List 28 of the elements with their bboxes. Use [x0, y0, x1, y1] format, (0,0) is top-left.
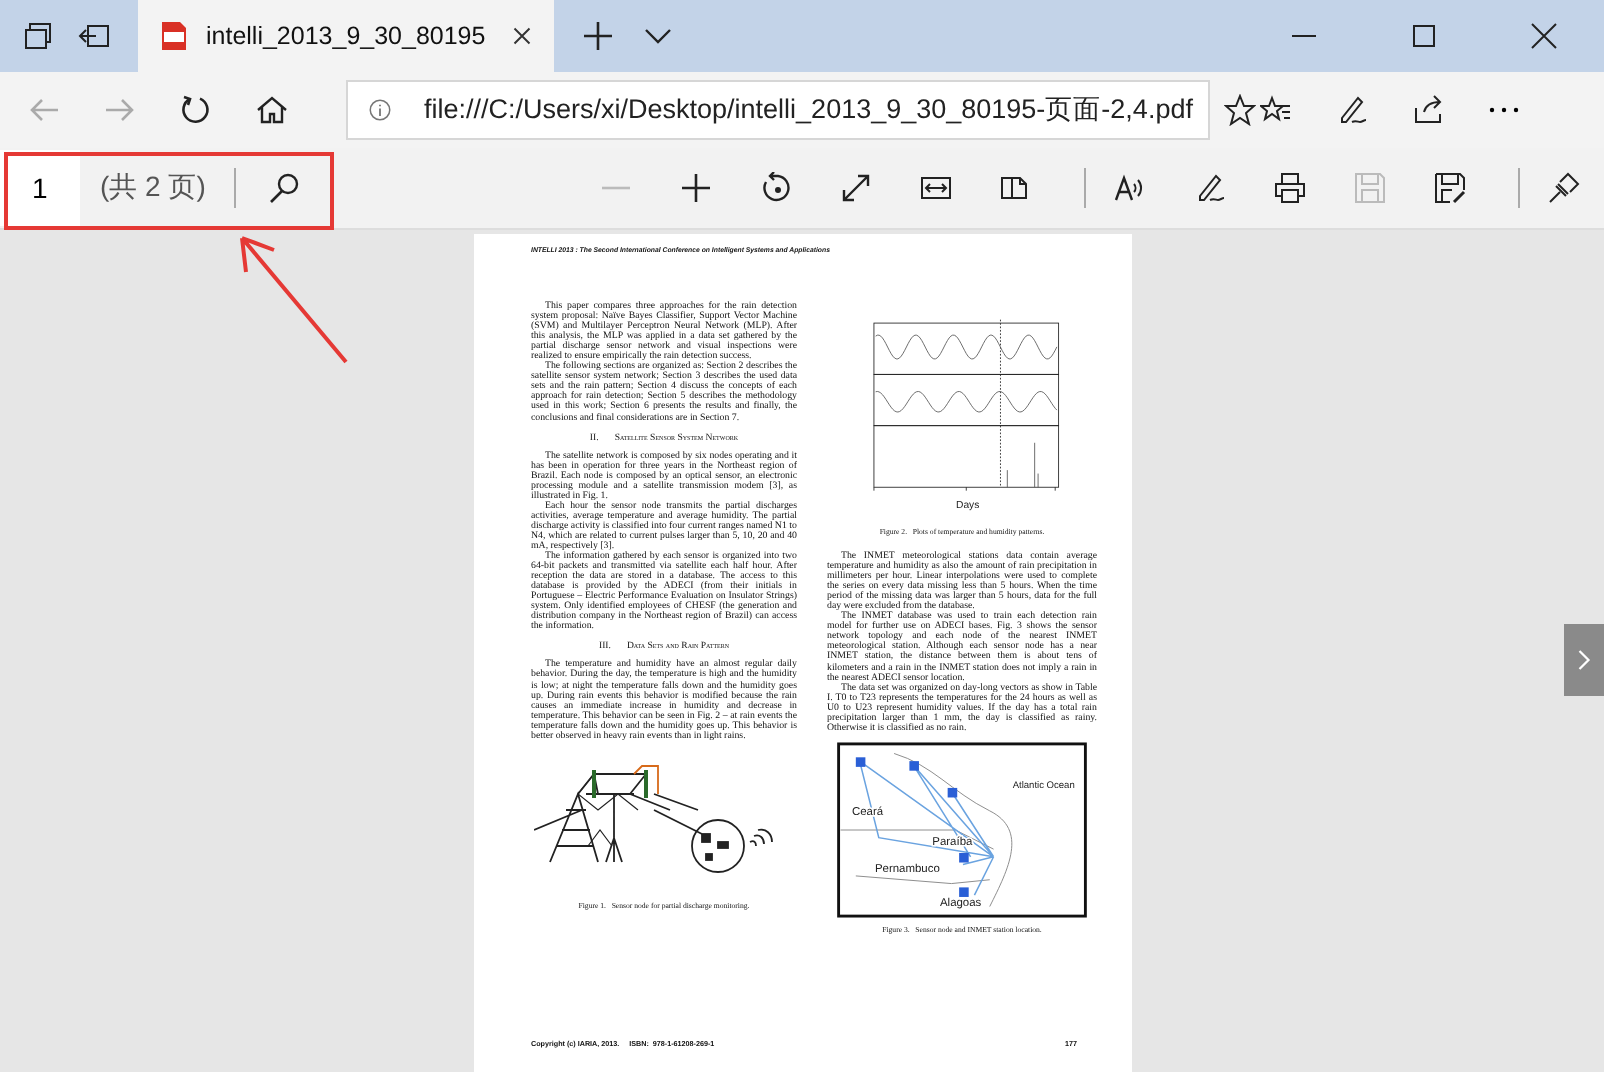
pen-icon[interactable]: [1194, 172, 1226, 204]
close-tab-icon[interactable]: [510, 24, 534, 48]
star-icon[interactable]: [1224, 94, 1257, 126]
home-icon[interactable]: [256, 94, 288, 126]
set-aside-tabs-icon[interactable]: [78, 20, 110, 52]
favorites-icon[interactable]: [1260, 94, 1292, 126]
maximize-icon[interactable]: [1408, 20, 1440, 52]
rotate-icon[interactable]: [760, 172, 792, 204]
browser-tab[interactable]: intelli_2013_9_30_80195: [138, 0, 554, 72]
read-aloud-icon[interactable]: [1114, 172, 1146, 204]
tab-manager-icon[interactable]: [22, 20, 54, 52]
share-icon[interactable]: [1412, 94, 1444, 126]
pen-icon[interactable]: [1336, 94, 1368, 126]
pin-icon[interactable]: [1548, 172, 1580, 204]
save-as-icon[interactable]: [1434, 172, 1466, 204]
info-icon: [368, 98, 392, 122]
close-icon[interactable]: [1528, 20, 1560, 52]
refresh-icon[interactable]: [180, 94, 212, 126]
page-count: (共 2 页): [100, 170, 206, 206]
fit-page-icon[interactable]: [840, 172, 872, 204]
search-icon[interactable]: [267, 172, 300, 204]
page-number-field[interactable]: 1: [0, 150, 80, 226]
print-icon[interactable]: [1274, 172, 1306, 204]
fit-width-icon[interactable]: [920, 172, 952, 204]
page-view-icon[interactable]: [1000, 172, 1032, 204]
zoom-in-icon[interactable]: [680, 172, 712, 204]
pdf-file-icon: [158, 20, 190, 52]
new-tab-icon[interactable]: [582, 20, 614, 52]
